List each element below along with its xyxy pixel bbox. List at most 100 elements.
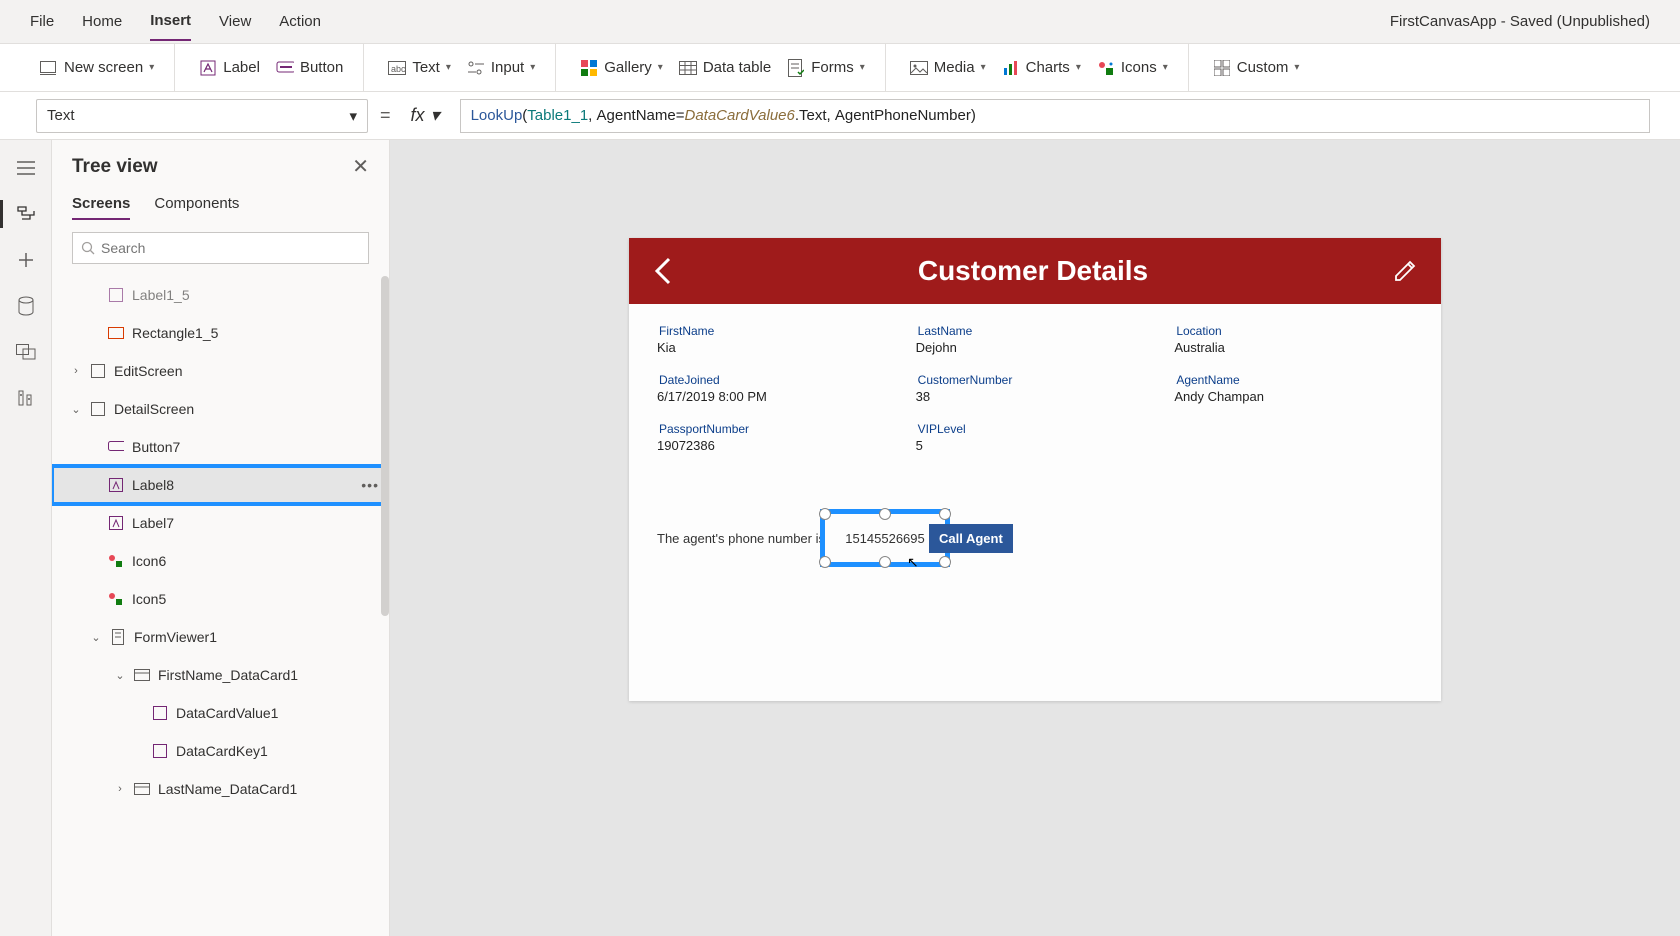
field-value: Australia xyxy=(1174,338,1413,365)
resize-handle[interactable] xyxy=(819,556,831,568)
label-label: Label xyxy=(223,59,260,76)
button-icon xyxy=(108,439,124,455)
tree-node-label8[interactable]: Label8 ••• xyxy=(52,466,389,504)
tree-node-editscreen[interactable]: › EditScreen xyxy=(52,352,389,390)
chevron-down-icon: ▾ xyxy=(658,62,663,73)
rail-data[interactable] xyxy=(14,294,38,318)
tab-screens[interactable]: Screens xyxy=(72,189,130,220)
input-button[interactable]: Input ▾ xyxy=(461,55,541,81)
call-agent-button[interactable]: Call Agent xyxy=(929,524,1013,553)
new-screen-icon xyxy=(40,59,58,77)
new-screen-button[interactable]: New screen ▾ xyxy=(34,55,160,81)
tree-node-label: EditScreen xyxy=(114,363,182,379)
resize-handle[interactable] xyxy=(879,508,891,520)
search-icon xyxy=(81,241,95,255)
rail-media[interactable] xyxy=(14,340,38,364)
menu-view[interactable]: View xyxy=(219,3,251,40)
preview-title: Customer Details xyxy=(673,255,1393,287)
tree-node-firstname-dc[interactable]: ⌄ FirstName_DataCard1 xyxy=(52,656,389,694)
caret-right-icon: › xyxy=(70,365,82,377)
edit-button[interactable] xyxy=(1393,259,1417,283)
chevron-down-icon: ▾ xyxy=(431,105,440,126)
chevron-down-icon: ▾ xyxy=(349,107,357,125)
datatable-button[interactable]: Data table xyxy=(673,55,777,81)
menu-insert[interactable]: Insert xyxy=(150,2,191,41)
chevron-down-icon: ▾ xyxy=(1076,62,1081,73)
text-icon: abc xyxy=(388,59,406,77)
tab-components[interactable]: Components xyxy=(154,189,239,220)
caret-right-icon: › xyxy=(114,783,126,795)
new-screen-label: New screen xyxy=(64,59,143,76)
forms-button[interactable]: Forms ▾ xyxy=(781,55,871,81)
tree-node-button7[interactable]: Button7 xyxy=(52,428,389,466)
gallery-button[interactable]: Gallery ▾ xyxy=(574,55,669,81)
label-icon xyxy=(108,515,124,531)
scrollbar[interactable] xyxy=(381,276,389,616)
media-button[interactable]: Media ▾ xyxy=(904,55,992,81)
button-icon xyxy=(276,59,294,77)
screen-icon xyxy=(90,363,106,379)
tree-node-datacardvalue1[interactable]: DataCardValue1 xyxy=(52,694,389,732)
text-button[interactable]: abc Text ▾ xyxy=(382,55,457,81)
tree-node-label: Label7 xyxy=(132,515,174,531)
tree-node-label7[interactable]: Label7 xyxy=(52,504,389,542)
menu-action[interactable]: Action xyxy=(279,3,321,40)
property-selector-value: Text xyxy=(47,107,75,124)
tree-node-detailscreen[interactable]: ⌄ DetailScreen xyxy=(52,390,389,428)
custom-button[interactable]: Custom ▾ xyxy=(1207,55,1306,81)
field-value: Kia xyxy=(657,338,896,365)
resize-handle[interactable] xyxy=(939,508,951,520)
back-button[interactable] xyxy=(653,255,673,287)
tree-node-lastname-dc[interactable]: › LastName_DataCard1 xyxy=(52,770,389,808)
rectangle-icon xyxy=(108,325,124,341)
label-button[interactable]: Label xyxy=(193,55,266,81)
tree-node-label: Icon5 xyxy=(132,591,166,607)
custom-label: Custom xyxy=(1237,59,1289,76)
caret-down-icon: ⌄ xyxy=(114,669,126,682)
label-icon xyxy=(108,287,124,303)
tree-node-icon5[interactable]: Icon5 xyxy=(52,580,389,618)
fx-label: fx xyxy=(411,105,425,126)
icons-button[interactable]: Icons ▾ xyxy=(1091,55,1174,81)
menu-home[interactable]: Home xyxy=(82,3,122,40)
tree-node-datacardkey1[interactable]: DataCardKey1 xyxy=(52,732,389,770)
tree-node-label: DataCardKey1 xyxy=(176,743,268,759)
label-icon xyxy=(108,477,124,493)
rail-hamburger[interactable] xyxy=(14,156,38,180)
rail-advanced[interactable] xyxy=(14,386,38,410)
tree-node-label1-5[interactable]: Label1_5 xyxy=(52,276,389,314)
property-selector[interactable]: Text ▾ xyxy=(36,99,368,133)
tree-search[interactable] xyxy=(72,232,369,264)
search-input[interactable] xyxy=(101,240,360,256)
tree-node-rectangle1-5[interactable]: Rectangle1_5 xyxy=(52,314,389,352)
field-label: VIPLevel xyxy=(916,418,1155,436)
resize-handle[interactable] xyxy=(879,556,891,568)
formula-cond-suffix: .Text xyxy=(795,107,827,124)
field-value: 5 xyxy=(916,436,1155,463)
field-label: LastName xyxy=(916,320,1155,338)
tree-node-label: DetailScreen xyxy=(114,401,194,417)
field-label: AgentName xyxy=(1174,369,1413,387)
menu-file[interactable]: File xyxy=(30,3,54,40)
canvas-area[interactable]: Customer Details FirstNameKia LastNameDe… xyxy=(390,140,1680,936)
chevron-down-icon: ▾ xyxy=(1294,62,1299,73)
label8-control[interactable]: 15145526695 xyxy=(829,518,941,558)
rail-insert[interactable] xyxy=(14,248,38,272)
resize-handle[interactable] xyxy=(819,508,831,520)
tree-node-label: Rectangle1_5 xyxy=(132,325,218,341)
resize-handle[interactable] xyxy=(939,556,951,568)
formula-input[interactable]: LookUp(Table1_1, AgentName = DataCardVal… xyxy=(460,99,1650,133)
button-button[interactable]: Button xyxy=(270,55,349,81)
more-button[interactable]: ••• xyxy=(361,477,379,493)
chevron-down-icon: ▾ xyxy=(149,62,154,73)
tree-node-formviewer1[interactable]: ⌄ FormViewer1 xyxy=(52,618,389,656)
charts-button[interactable]: Charts ▾ xyxy=(996,55,1087,81)
tree-node-icon6[interactable]: Icon6 xyxy=(52,542,389,580)
fx-button[interactable]: fx ▾ xyxy=(403,105,448,126)
tree-close-button[interactable]: ✕ xyxy=(352,154,369,179)
chevron-down-icon: ▾ xyxy=(1163,62,1168,73)
tree-node-label: Label8 xyxy=(132,477,174,493)
field-label: DateJoined xyxy=(657,369,896,387)
gallery-icon xyxy=(580,59,598,77)
rail-tree-view[interactable] xyxy=(14,202,38,226)
